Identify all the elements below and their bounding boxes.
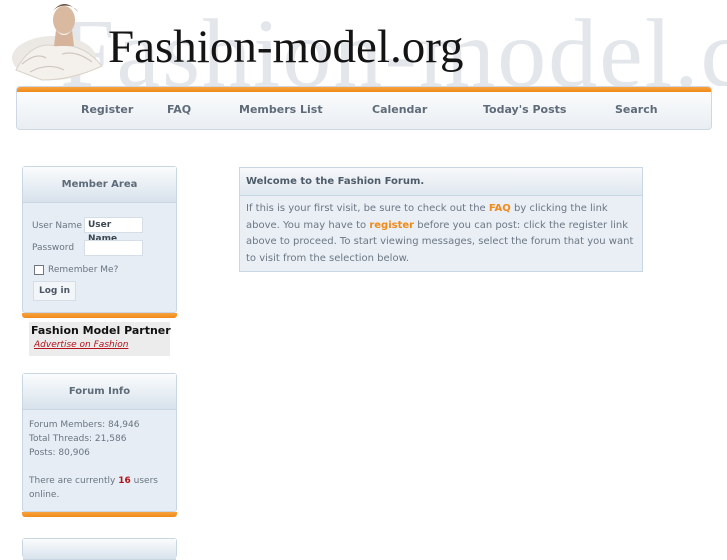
nav-search[interactable]: Search: [615, 103, 658, 116]
welcome-text: If this is your first visit, be sure to …: [240, 196, 642, 272]
panel-accent-bar: [22, 313, 177, 318]
online-users-line: There are currently 16 users: [29, 476, 158, 486]
welcome-text-1: If this is your first visit, be sure to …: [246, 203, 486, 214]
partner-title: Fashion Model Partner: [31, 324, 171, 337]
partner-box: Fashion Model Partner Advertise on Fashi…: [29, 322, 171, 356]
nav-todays-posts[interactable]: Today's Posts: [483, 103, 566, 116]
advertise-link[interactable]: Advertise on Fashion: [34, 340, 128, 350]
online-count[interactable]: 16: [118, 476, 131, 486]
password-input[interactable]: [84, 240, 143, 256]
panel-accent-bar: [22, 512, 177, 517]
main-nav: Register FAQ Members List Calendar Today…: [16, 86, 712, 130]
password-label: Password: [32, 243, 75, 253]
model-photo: [12, 4, 103, 81]
forum-members-stat: Forum Members: 84,946: [29, 420, 140, 430]
register-link[interactable]: register: [369, 220, 414, 231]
sidebar-panel-3-head: [23, 539, 176, 560]
site-header: Fashion-model.c Fashion-model.org: [0, 0, 727, 86]
faq-link[interactable]: FAQ: [489, 203, 511, 214]
username-label: User Name: [32, 221, 82, 231]
member-area-panel: Member Area User Name User Name Password…: [22, 166, 177, 318]
welcome-box: Welcome to the Fashion Forum. If this is…: [239, 167, 643, 272]
member-area-title: Member Area: [23, 167, 176, 203]
total-threads-stat: Total Threads: 21,586: [29, 434, 127, 444]
nav-calendar[interactable]: Calendar: [372, 103, 427, 116]
site-logo[interactable]: Fashion-model.org: [108, 20, 464, 74]
online-tail: online.: [29, 490, 60, 500]
forum-info-panel: Forum Info Forum Members: 84,946 Total T…: [22, 373, 177, 517]
posts-stat: Posts: 80,906: [29, 448, 90, 458]
remember-me-label: Remember Me?: [48, 265, 119, 275]
online-suffix: users: [133, 476, 158, 486]
sidebar-panel-3: [22, 538, 177, 560]
nav-accent-bar: [17, 87, 711, 92]
nav-members-list[interactable]: Members List: [239, 103, 323, 116]
welcome-title: Welcome to the Fashion Forum.: [240, 168, 642, 196]
nav-faq[interactable]: FAQ: [167, 103, 191, 116]
remember-me-checkbox[interactable]: [34, 265, 44, 275]
username-input[interactable]: User Name: [84, 217, 143, 244]
forum-info-title: Forum Info: [23, 374, 176, 410]
nav-register[interactable]: Register: [81, 103, 133, 116]
online-prefix: There are currently: [29, 476, 116, 486]
login-button[interactable]: Log in: [33, 281, 76, 301]
